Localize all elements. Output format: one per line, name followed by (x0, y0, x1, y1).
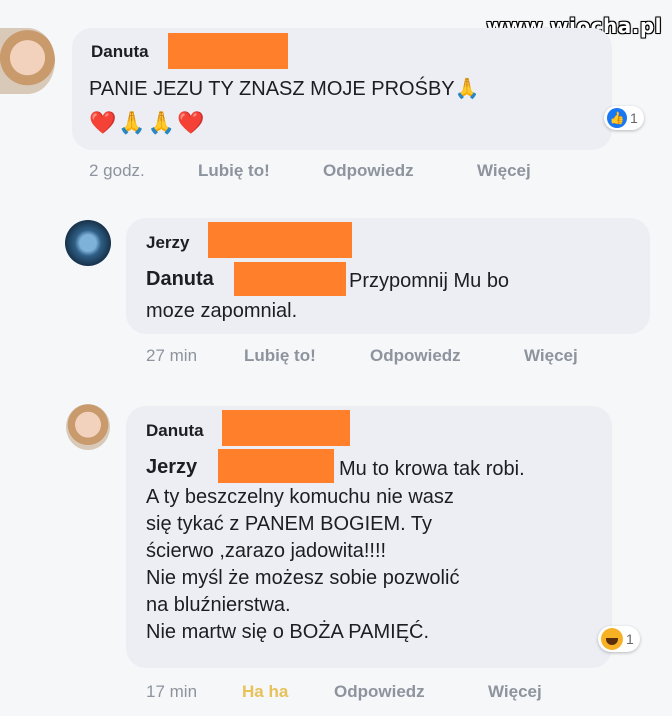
like-icon: 👍 (607, 108, 627, 128)
more-button[interactable]: Więcej (477, 161, 531, 181)
reaction-number: 1 (630, 110, 638, 126)
redaction (208, 222, 352, 258)
mention-link[interactable]: Jerzy (146, 456, 197, 479)
haha-reaction-button[interactable]: Ha ha (242, 682, 288, 702)
reply-button[interactable]: Odpowiedz (370, 346, 461, 366)
comment-author[interactable]: Jerzy (146, 233, 189, 253)
comment-text: PANIE JEZU TY ZNASZ MOJE PROŚBY🙏 (89, 78, 480, 100)
timestamp[interactable]: 17 min (146, 682, 197, 702)
comment-text: Przypomnij Mu bo (349, 270, 510, 292)
reaction-count[interactable]: 👍 1 (604, 106, 644, 130)
redaction (218, 449, 334, 483)
reaction-number: 1 (626, 631, 634, 647)
emoji-line: ❤️🙏🙏❤️ (89, 110, 207, 135)
comment-author[interactable]: Danuta (91, 42, 149, 62)
avatar[interactable] (66, 404, 110, 450)
reaction-count[interactable]: 1 (598, 626, 640, 652)
comment-author[interactable]: Danuta (146, 421, 204, 441)
more-button[interactable]: Więcej (524, 346, 578, 366)
timestamp[interactable]: 2 godz. (89, 161, 145, 181)
redaction (222, 410, 350, 446)
mention-link[interactable]: Danuta (146, 268, 214, 291)
like-button[interactable]: Lubię to! (198, 161, 270, 181)
comment-text: A ty beszczelny komuchu nie wasz się tyk… (146, 486, 460, 643)
reply-button[interactable]: Odpowiedz (323, 161, 414, 181)
more-button[interactable]: Więcej (488, 682, 542, 702)
avatar[interactable] (65, 220, 111, 266)
timestamp[interactable]: 27 min (146, 346, 197, 366)
comment-text: Mu to krowa tak robi. (339, 458, 525, 480)
redaction (234, 262, 346, 296)
like-button[interactable]: Lubię to! (244, 346, 316, 366)
comment-text: moze zapomnial. (146, 300, 298, 322)
reply-button[interactable]: Odpowiedz (334, 682, 425, 702)
haha-icon (601, 628, 623, 650)
redaction (168, 33, 288, 69)
avatar[interactable] (0, 28, 55, 94)
